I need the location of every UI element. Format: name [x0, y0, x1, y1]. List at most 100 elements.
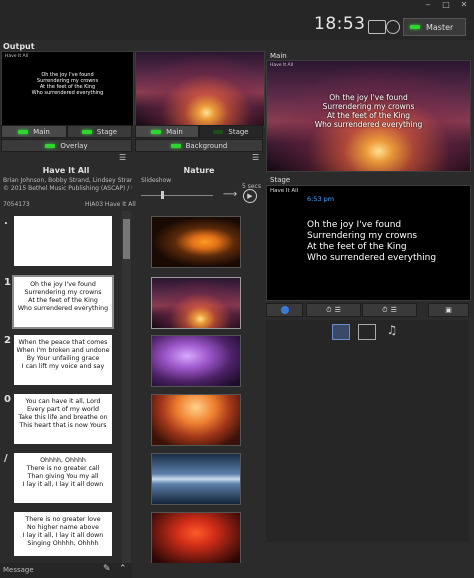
slide-line: Who surrendered everything [17, 305, 109, 312]
slide-number: 2 [4, 335, 11, 346]
stage-output-panel[interactable]: Have It All 6:53 pm Oh the joy I've foun… [266, 185, 471, 301]
close-button[interactable]: ✕ [456, 0, 472, 10]
presentation-icon[interactable] [332, 324, 350, 340]
interval-slider[interactable] [141, 191, 213, 199]
lyric-slide[interactable]: There is no greater love No higher name a… [14, 512, 112, 556]
slide-line: Surrendering my crowns [24, 289, 102, 296]
lyric-slide[interactable]: You can have it all, Lord Every part of m… [14, 394, 112, 444]
lyric-slide[interactable]: When the peace that comes When I'm broken… [14, 335, 112, 385]
lyric-line: Who surrendered everything [314, 120, 423, 129]
background-output-preview[interactable] [135, 51, 265, 127]
slide-line: Take this life and breathe on [18, 414, 108, 421]
slide-line: There is no greater love [25, 516, 101, 523]
slide-line: I lay it all, I lay it all down [22, 481, 104, 488]
led-icon [170, 143, 181, 148]
overlay-button[interactable]: Overlay [1, 139, 132, 152]
stage-panel-label: Stage [270, 176, 291, 184]
background-list [135, 211, 263, 563]
main-output-panel[interactable]: Have It All Oh the joy I've found Surren… [266, 60, 471, 172]
main-lyrics: Oh the joy I've found Surrendering my cr… [267, 93, 470, 129]
expand-up-icon[interactable]: ⌃ [119, 564, 129, 574]
slide-line: I lay it all, I lay it all down [22, 532, 104, 539]
lyric-line: Surrendering my crowns [322, 102, 415, 111]
background-thumb[interactable] [151, 277, 241, 329]
keyboard-icon[interactable] [368, 20, 386, 34]
button-label: Stage [228, 127, 249, 136]
slide-line: Oh the joy I've found [30, 281, 96, 288]
slide-line: Than giving You my all [27, 473, 99, 480]
button-label: Overlay [60, 141, 88, 150]
song-settings-icon[interactable]: ☰ [119, 153, 131, 163]
lyric-line: Oh the joy I've found [307, 220, 402, 230]
main-song-title: Have It All [270, 63, 294, 68]
slide-line: When I'm broken and undone [16, 347, 110, 354]
background-subtitle: Slideshow [141, 177, 172, 184]
led-icon [213, 129, 224, 134]
lyrics-output-preview[interactable]: Have It All Oh the joy I've found Surren… [1, 51, 134, 127]
clock-icon [280, 306, 289, 314]
button-label: Main [166, 127, 183, 136]
message-label: Message [3, 566, 34, 574]
lyric-slide[interactable] [14, 216, 112, 266]
lyric-line: Who surrendered everything [307, 253, 437, 263]
slide-line: Every part of my world [26, 406, 100, 413]
song-authors: Brian Johnson, Bobby Strand, Lindsey Str… [3, 177, 132, 184]
main-output-button[interactable]: Main [1, 125, 67, 138]
lyric-slide[interactable]: Oh the joy I've found Surrendering my cro… [14, 277, 112, 327]
led-icon [81, 129, 92, 134]
next-slide-icon[interactable]: ⟶ [222, 189, 238, 201]
song-code: HIA03 Have It All [85, 201, 136, 208]
lyric-line: Surrendering my crowns [307, 231, 418, 241]
bg-main-button[interactable]: Main [135, 125, 199, 138]
background-thumb[interactable] [151, 394, 241, 446]
stage-output-button[interactable]: Stage [67, 125, 132, 138]
led-icon [18, 129, 29, 134]
screen-button[interactable]: ▣ [428, 303, 469, 317]
background-title: Nature [183, 166, 215, 175]
slide-scrollbar[interactable] [122, 211, 131, 563]
output-label: Output [3, 42, 35, 51]
clock: 18:53 [314, 14, 366, 34]
slide-line: This heart that is now Yours [19, 422, 107, 429]
background-settings-icon[interactable]: ☰ [252, 153, 264, 163]
play-icon[interactable]: ▶ [243, 189, 257, 203]
edit-message-icon[interactable]: ✎ [103, 564, 113, 574]
master-button[interactable]: Master [403, 18, 466, 36]
background-thumb[interactable] [151, 335, 241, 387]
video-icon[interactable] [358, 324, 376, 340]
lyric-line: At the feet of the King [326, 111, 411, 120]
background-thumb[interactable] [151, 453, 241, 505]
song-ccli: 7054173 [3, 201, 30, 208]
minimize-button[interactable]: ‒ [420, 0, 436, 10]
song-title: Have It All [42, 166, 90, 175]
preview-song-title: Have It All [5, 54, 29, 59]
bg-stage-button[interactable]: Stage [199, 125, 263, 138]
slide-number: / [4, 453, 8, 464]
stage-lyrics: Oh the joy I've found Surrendering my cr… [307, 220, 467, 264]
main-panel-label: Main [270, 52, 287, 60]
settings-icon[interactable] [386, 20, 400, 34]
maximize-button[interactable]: □ [438, 0, 454, 10]
scrollbar-thumb[interactable] [123, 219, 130, 259]
clock-button[interactable] [266, 303, 303, 317]
led-icon [45, 143, 56, 148]
led-icon [151, 129, 162, 134]
button-label: Background [185, 141, 228, 150]
right-lower-panel [266, 320, 469, 542]
background-thumb[interactable] [151, 512, 241, 563]
background-thumb[interactable] [151, 216, 241, 268]
background-button[interactable]: Background [135, 139, 263, 152]
slide-line: I can lift my voice and say [21, 363, 105, 370]
slider-handle[interactable] [161, 191, 164, 199]
music-icon[interactable]: ♫ [384, 323, 400, 337]
slide-line: Ohhhh, Ohhhh [40, 457, 86, 464]
stopwatch-button[interactable]: ⏱ ☰ [362, 303, 417, 317]
slide-line: By Your unfailing grace [26, 355, 100, 362]
stage-time: 6:53 pm [307, 195, 335, 203]
slide-line: You can have it all, Lord [25, 398, 101, 405]
preview-lyrics: Oh the joy I've found Surrendering my cr… [2, 72, 133, 96]
lyric-slide[interactable]: Ohhhh, Ohhhh There is no greater call Than… [14, 453, 112, 503]
slide-line: When the peace that comes [18, 339, 108, 346]
timer-icon: ⏱ [326, 305, 332, 314]
countdown-button[interactable]: ⏱ ☰ [306, 303, 361, 317]
